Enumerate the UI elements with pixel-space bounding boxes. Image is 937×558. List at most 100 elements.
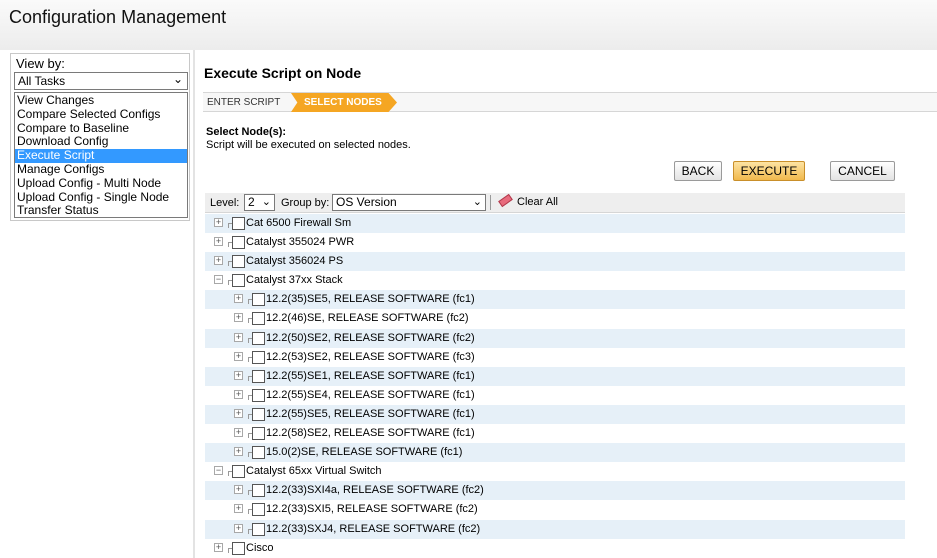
plus-icon[interactable]: + (234, 504, 243, 514)
task-list[interactable]: View Changes Compare Selected Configs Comp… (14, 92, 188, 218)
node-checkbox[interactable] (252, 407, 265, 421)
tree-row[interactable]: +12.2(50)SE2, RELEASE SOFTWARE (fc2) (205, 328, 905, 348)
view-by-panel: View by: All Tasks ⌄ View Changes Compare… (10, 53, 190, 221)
node-checkbox[interactable] (232, 274, 245, 288)
node-checkbox[interactable] (232, 255, 245, 269)
chevron-down-icon: ⌄ (261, 196, 271, 208)
node-checkbox[interactable] (252, 427, 265, 441)
clear-all-button[interactable]: Clear All (498, 193, 558, 208)
tree-row[interactable]: +15.0(2)SE, RELEASE SOFTWARE (fc1) (205, 443, 905, 463)
tree-row[interactable]: +12.2(33)SXJ4, RELEASE SOFTWARE (fc2) (205, 519, 905, 539)
view-by-selected: All Tasks (18, 74, 66, 88)
plus-icon[interactable]: + (214, 542, 223, 552)
minus-icon[interactable]: − (214, 275, 223, 285)
tree-node-label: 12.2(33)SXI4a, RELEASE SOFTWARE (fc2) (266, 484, 484, 497)
task-item[interactable]: Manage Configs (15, 162, 187, 177)
tree-row[interactable]: − Catalyst 65xx Virtual Switch (205, 462, 905, 481)
back-button[interactable]: BACK (674, 161, 722, 181)
node-checkbox[interactable] (252, 388, 265, 402)
tree-row[interactable]: +12.2(55)SE5, RELEASE SOFTWARE (fc1) (205, 404, 905, 425)
node-checkbox[interactable] (252, 331, 265, 345)
step-enter-script[interactable]: ENTER SCRIPT (207, 93, 280, 112)
plus-icon[interactable]: + (234, 447, 243, 457)
plus-icon[interactable]: + (234, 351, 243, 361)
node-tree: + Cat 6500 Firewall Sm + Catalyst 355024 PW… (205, 214, 905, 558)
tree-node-label: Catalyst 355024 PWR (246, 236, 355, 249)
step-select-nodes[interactable]: SELECT NODES (291, 93, 397, 112)
execute-button[interactable]: EXECUTE (733, 161, 805, 181)
task-item[interactable]: Upload Config - Multi Node (15, 176, 187, 191)
node-checkbox[interactable] (232, 541, 245, 555)
plus-icon[interactable]: + (234, 408, 243, 418)
plus-icon[interactable]: + (234, 332, 243, 342)
tree-node-label: 12.2(33)SXI5, RELEASE SOFTWARE (fc2) (266, 503, 478, 516)
tree-node-label: 12.2(46)SE, RELEASE SOFTWARE (fc2) (266, 312, 469, 325)
node-checkbox[interactable] (252, 503, 265, 517)
task-item[interactable]: View Changes (15, 93, 187, 108)
tree-row[interactable]: +12.2(35)SE5, RELEASE SOFTWARE (fc1) (205, 290, 905, 310)
toolbar-separator (490, 195, 491, 210)
tree-row[interactable]: +12.2(53)SE2, RELEASE SOFTWARE (fc3) (205, 348, 905, 367)
level-value: 2 (248, 195, 255, 209)
plus-icon[interactable]: + (234, 370, 243, 380)
tree-row[interactable]: + Catalyst 356024 PS (205, 252, 905, 272)
plus-icon[interactable]: + (234, 294, 243, 304)
tree-row[interactable]: +12.2(46)SE, RELEASE SOFTWARE (fc2) (205, 309, 905, 328)
task-item[interactable]: Transfer Status (15, 204, 187, 218)
tree-node-label: 12.2(55)SE1, RELEASE SOFTWARE (fc1) (266, 369, 475, 382)
tree-node-label: Catalyst 356024 PS (246, 255, 344, 268)
node-checkbox[interactable] (232, 217, 245, 230)
task-item[interactable]: Download Config (15, 135, 187, 149)
view-by-select[interactable]: All Tasks ⌄ (14, 72, 188, 90)
tree-row[interactable]: − Catalyst 37xx Stack (205, 271, 905, 290)
select-nodes-description: Script will be executed on selected node… (206, 139, 411, 151)
level-label: Level: (210, 197, 240, 209)
wizard-steps: ENTER SCRIPT SELECT NODES (203, 92, 937, 112)
plus-icon[interactable]: + (234, 313, 243, 323)
plus-icon[interactable]: + (234, 428, 243, 438)
page-title: Execute Script on Node (204, 65, 362, 81)
tree-node-label: 12.2(33)SXJ4, RELEASE SOFTWARE (fc2) (266, 522, 481, 535)
plus-icon[interactable]: + (214, 256, 223, 266)
tree-row[interactable]: + Cisco (205, 539, 905, 558)
tree-row[interactable]: + Catalyst 355024 PWR (205, 233, 905, 252)
cancel-button[interactable]: CANCEL (830, 161, 895, 181)
task-item[interactable]: Execute Script (15, 148, 187, 163)
tree-row[interactable]: +12.2(55)SE4, RELEASE SOFTWARE (fc1) (205, 386, 905, 405)
tree-node-label: 12.2(55)SE5, RELEASE SOFTWARE (fc1) (266, 407, 475, 420)
group-by-select[interactable]: OS Version ⌄ (332, 194, 486, 211)
task-item[interactable]: Compare to Baseline (15, 121, 187, 136)
node-checkbox[interactable] (252, 522, 265, 536)
tree-row[interactable]: +12.2(55)SE1, RELEASE SOFTWARE (fc1) (205, 366, 905, 386)
app-title: Configuration Management (9, 7, 227, 27)
tree-row[interactable]: + Cat 6500 Firewall Sm (205, 214, 905, 234)
tree-row[interactable]: +12.2(58)SE2, RELEASE SOFTWARE (fc1) (205, 424, 905, 443)
tree-node-label: Catalyst 37xx Stack (246, 274, 343, 287)
node-checkbox[interactable] (252, 293, 265, 307)
tree-node-label: 12.2(53)SE2, RELEASE SOFTWARE (fc3) (266, 350, 475, 363)
minus-icon[interactable]: − (214, 466, 223, 476)
group-by-label: Group by: (281, 197, 330, 209)
plus-icon[interactable]: + (214, 237, 223, 247)
node-checkbox[interactable] (252, 484, 265, 498)
eraser-icon (498, 193, 513, 208)
tree-node-label: 12.2(55)SE4, RELEASE SOFTWARE (fc1) (266, 388, 475, 401)
tree-row[interactable]: +12.2(33)SXI5, RELEASE SOFTWARE (fc2) (205, 500, 905, 519)
level-select[interactable]: 2 ⌄ (244, 194, 275, 211)
tree-node-label: Cisco (246, 541, 274, 554)
node-checkbox[interactable] (252, 312, 265, 326)
plus-icon[interactable]: + (234, 485, 243, 495)
tree-node-label: Catalyst 65xx Virtual Switch (246, 465, 382, 478)
task-item[interactable]: Upload Config - Single Node (15, 190, 187, 205)
plus-icon[interactable]: + (234, 523, 243, 533)
plus-icon[interactable]: + (234, 389, 243, 399)
node-checkbox[interactable] (232, 465, 245, 479)
node-checkbox[interactable] (252, 350, 265, 364)
plus-icon[interactable]: + (214, 218, 223, 227)
node-checkbox[interactable] (252, 446, 265, 460)
task-item[interactable]: Compare Selected Configs (15, 107, 187, 122)
view-by-label: View by: (16, 56, 65, 71)
node-checkbox[interactable] (232, 236, 245, 250)
tree-row[interactable]: +12.2(33)SXI4a, RELEASE SOFTWARE (fc2) (205, 481, 905, 501)
node-checkbox[interactable] (252, 369, 265, 383)
